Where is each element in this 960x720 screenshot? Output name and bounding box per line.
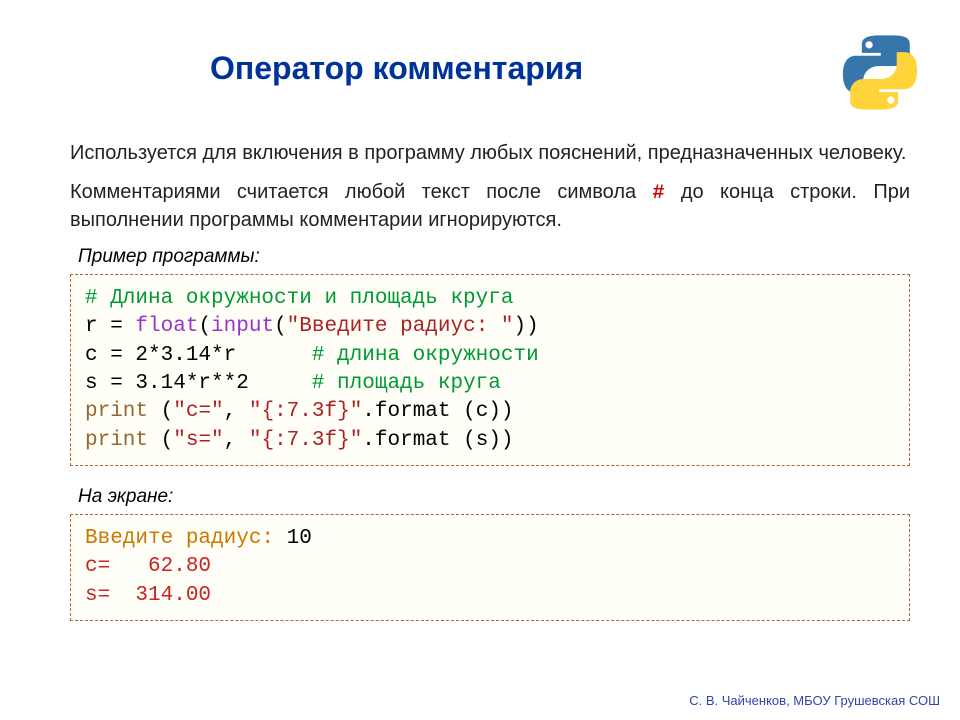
code-l2c: ( [274, 315, 287, 338]
paragraph-intro: Используется для включения в программу л… [70, 140, 910, 167]
code-l4-comment: # площадь круга [312, 372, 501, 395]
code-l5-s2: "{:7.3f}" [249, 400, 362, 423]
label-example: Пример программы: [78, 246, 910, 268]
footer-credit: С. В. Чайченков, МБОУ Грушевская СОШ [689, 693, 940, 708]
code-l2-input: input [211, 315, 274, 338]
code-l4a: s = 3.14*r**2 [85, 372, 312, 395]
page-title: Оператор комментария [210, 50, 583, 87]
code-l6b: , [224, 429, 249, 452]
code-l6a: ( [148, 429, 173, 452]
code-l5b: , [224, 400, 249, 423]
code-l2b: ( [198, 315, 211, 338]
out-l1b: 10 [274, 527, 312, 550]
code-l2a: r = [85, 315, 135, 338]
python-logo-icon [840, 30, 920, 120]
code-l5-print: print [85, 400, 148, 423]
code-l3a: c = 2*3.14*r [85, 344, 312, 367]
out-l1a: Введите радиус: [85, 527, 274, 550]
code-l6c: .format (s)) [362, 429, 513, 452]
code-l3-comment: # длина окружности [312, 344, 539, 367]
out-l2: c= 62.80 [85, 555, 211, 578]
code-l2-float: float [135, 315, 198, 338]
out-l3: s= 314.00 [85, 584, 211, 607]
code-example: # Длина окружности и площадь круга r = f… [70, 274, 910, 466]
code-l1: # Длина окружности и площадь круга [85, 287, 513, 310]
code-l6-s1: "s=" [173, 429, 223, 452]
code-l6-print: print [85, 429, 148, 452]
code-l5a: ( [148, 400, 173, 423]
code-l2-str: "Введите радиус: " [287, 315, 514, 338]
para2-before: Комментариями считается любой текст посл… [70, 181, 653, 203]
code-l6-s2: "{:7.3f}" [249, 429, 362, 452]
output-box: Введите радиус: 10 c= 62.80 s= 314.00 [70, 514, 910, 621]
code-l2d: )) [514, 315, 539, 338]
paragraph-hash: Комментариями считается любой текст посл… [70, 179, 910, 234]
label-screen: На экране: [78, 486, 910, 508]
hash-symbol: # [653, 182, 665, 205]
code-l5-s1: "c=" [173, 400, 223, 423]
code-l5c: .format (c)) [362, 400, 513, 423]
